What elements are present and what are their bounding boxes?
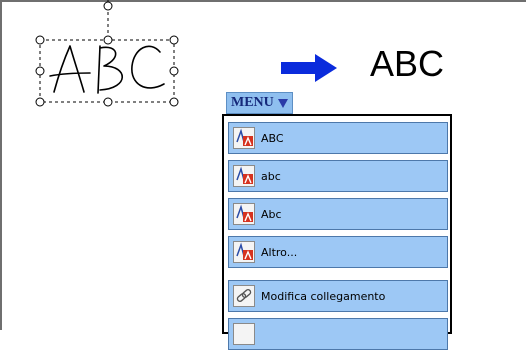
recognize-text-icon bbox=[233, 203, 255, 225]
ink-letter-b-stem bbox=[97, 45, 101, 94]
menu-button-label: MENU bbox=[231, 95, 274, 110]
handwritten-ink bbox=[49, 45, 165, 94]
link-icon bbox=[233, 285, 255, 307]
menu-item-label: Modifica collegamento bbox=[261, 289, 386, 303]
handle-top-left bbox=[35, 35, 45, 45]
handle-bottom bbox=[103, 97, 113, 107]
ink-letter-b-bowls bbox=[99, 46, 123, 91]
handle-bottom-left bbox=[35, 97, 45, 107]
handle-top bbox=[103, 35, 113, 45]
menu-item-label: ABC bbox=[261, 131, 284, 145]
menu-item-partial[interactable] bbox=[228, 318, 448, 350]
recognize-text-icon bbox=[233, 127, 255, 149]
selection-handles bbox=[35, 1, 179, 107]
recognize-text-icon bbox=[233, 241, 255, 263]
recognize-text-icon bbox=[233, 165, 255, 187]
menu-item-abc-capitalized[interactable]: Abc bbox=[228, 198, 448, 230]
chevron-down-icon bbox=[277, 98, 288, 108]
item-icon bbox=[233, 323, 255, 345]
rotate-handle bbox=[103, 1, 113, 11]
handle-left bbox=[35, 66, 45, 76]
handle-right bbox=[169, 66, 179, 76]
menu-item-label: abc bbox=[261, 169, 281, 183]
recognized-text: ABC bbox=[370, 43, 445, 84]
ink-letter-a bbox=[53, 45, 85, 93]
menu-button[interactable]: MENU bbox=[226, 92, 293, 114]
handle-top-right bbox=[169, 35, 179, 45]
menu-item-altro[interactable]: Altro... bbox=[228, 236, 448, 268]
menu-item-abc-lower[interactable]: abc bbox=[228, 160, 448, 192]
context-menu: ABC abc Abc Altro... Modifica collegamen… bbox=[222, 114, 452, 350]
arrow-right-icon bbox=[281, 54, 337, 82]
handle-bottom-right bbox=[169, 97, 179, 107]
menu-item-label: Abc bbox=[261, 207, 282, 221]
menu-item-label: Altro... bbox=[261, 245, 298, 259]
menu-item-modifica-collegamento[interactable]: Modifica collegamento bbox=[228, 280, 448, 312]
ink-canvas[interactable]: ABC MENU ABC abc Abc Altro... Modifica c… bbox=[0, 0, 526, 350]
ink-letter-c bbox=[131, 45, 165, 89]
menu-item-abc-upper[interactable]: ABC bbox=[228, 122, 448, 154]
ink-letter-a-bar bbox=[49, 72, 91, 77]
